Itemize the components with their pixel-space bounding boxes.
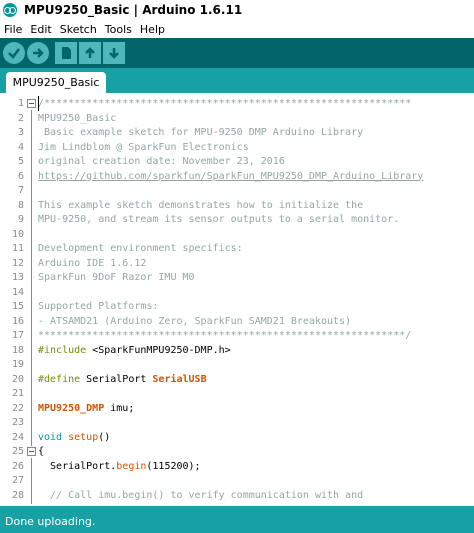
arrow-up-icon [85,47,95,58]
code-token: #define [38,373,81,385]
code-token: (115200); [146,460,201,472]
menu-sketch[interactable]: Sketch [56,23,101,36]
code-token: <SparkFunMPU9250-DMP.h> [86,344,231,356]
code-token: ****************************************… [38,330,412,341]
code-token: original creation date: November 23, 201… [38,156,285,167]
check-icon [8,48,20,59]
code-token: { [38,446,45,457]
status-message: Done uploading. [5,514,96,528]
new-button[interactable] [55,42,77,64]
upload-button[interactable] [27,42,49,64]
window-title: MPU9250_Basic | Arduino 1.6.11 [24,3,243,17]
fold-toggle-icon[interactable] [27,99,36,108]
code-token: /***************************************… [38,98,412,109]
verify-button[interactable] [3,42,25,64]
code-token: SerialUSB [152,373,207,385]
code-token: #include [38,344,87,356]
code-line[interactable]: 28 // Call imu.begin() to verify communi… [0,486,474,504]
new-file-icon [62,47,71,59]
tab-strip: MPU9250_Basic [0,68,474,93]
fold-toggle-icon[interactable] [27,447,36,456]
code-token: imu; [104,402,135,414]
open-button[interactable] [79,42,101,64]
code-token: MPU-9250, and stream its sensor outputs … [38,214,400,225]
arrow-down-icon [109,48,119,59]
tab-mpu9250-basic[interactable]: MPU9250_Basic [6,72,106,93]
code-token: MPU9250_DMP [38,402,105,414]
code-token: Arduino IDE 1.6.12 [38,257,147,269]
code-token: Basic example sketch for MPU-9250 DMP Ar… [38,127,364,138]
code-token: void [38,431,63,443]
title-bar: MPU9250_Basic | Arduino 1.6.11 [0,0,474,21]
line-number: 28 [11,489,24,501]
code-editor[interactable]: 1/**************************************… [0,93,474,506]
code-link[interactable]: https://github.com/sparkfun/SparkFun_MPU… [38,171,423,182]
code-token: // Call imu.begin() to verify communicat… [38,489,364,501]
fold-guide [31,486,32,504]
code-token: () [98,431,111,443]
menu-tools[interactable]: Tools [101,23,136,36]
menu-help[interactable]: Help [136,23,169,36]
code-token: SparkFun 9DoF Razor IMU M0 [38,272,195,283]
code-token: This example sketch demonstrates how to … [38,199,364,211]
code-token: SerialPort [80,373,153,385]
menu-bar: File Edit Sketch Tools Help [0,20,474,38]
arrow-right-icon [33,48,44,58]
toolbar [0,38,474,68]
code-token: Jim Lindblom @ SparkFun Electronics [38,141,249,153]
code-token: Development environment specifics: [38,243,243,254]
save-button[interactable] [103,42,125,64]
menu-file[interactable]: File [0,23,26,36]
code-token: - ATSAMD21 (Arduino Zero, SparkFun SAMD2… [38,315,352,327]
status-bar: Done uploading. [0,509,474,533]
code-text: // Call imu.begin() to verify communicat… [38,487,363,504]
code-token: setup [68,431,99,443]
code-token: begin [116,460,147,472]
menu-edit[interactable]: Edit [26,23,55,36]
arduino-logo-icon [3,3,17,17]
code-token: Supported Platforms: [38,301,159,312]
code-token: SerialPort. [38,460,117,472]
code-token: MPU9250_Basic [38,112,117,124]
